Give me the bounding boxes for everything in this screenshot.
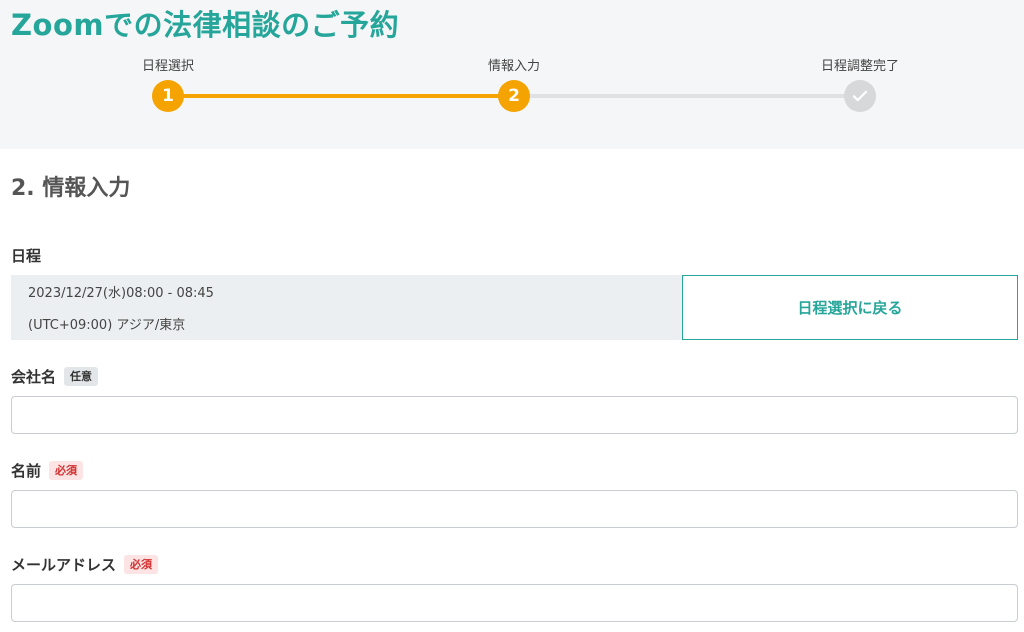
email-input[interactable] [11, 584, 1018, 622]
step-label: 情報入力 [487, 59, 540, 74]
name-input[interactable] [11, 490, 1018, 528]
section-title: 2. 情報入力 [11, 176, 131, 201]
company-input[interactable] [11, 396, 1018, 434]
name-label-text: 名前 [11, 462, 42, 480]
email-label-text: メールアドレス [11, 556, 117, 574]
step-info-input: 情報入力 2 [424, 56, 604, 112]
progress-stepper: 日程選択 1 情報入力 2 日程調整完了 [0, 56, 1024, 116]
page-title: Zoomでの法律相談のご予約 [11, 8, 400, 42]
schedule-timezone: (UTC+09:00) アジア/東京 [28, 318, 186, 333]
step-schedule-selection: 日程選択 1 [78, 56, 258, 112]
required-badge: 必須 [49, 461, 84, 480]
schedule-label: 日程 [11, 245, 41, 266]
name-field-label: 名前 必須 [11, 460, 84, 481]
step-label: 日程選択 [141, 59, 194, 74]
step-number-badge: 2 [498, 80, 530, 112]
header: Zoomでの法律相談のご予約 日程選択 1 情報入力 2 日程調整完了 [0, 0, 1024, 149]
required-badge: 必須 [124, 555, 159, 574]
check-icon [852, 90, 868, 102]
step-number-badge: 1 [152, 80, 184, 112]
step-check-badge [844, 80, 876, 112]
selected-schedule-display: 2023/12/27(水)08:00 - 08:45 (UTC+09:00) ア… [11, 275, 682, 340]
schedule-datetime: 2023/12/27(水)08:00 - 08:45 [28, 286, 214, 301]
step-schedule-complete: 日程調整完了 [770, 56, 950, 112]
email-field-label: メールアドレス 必須 [11, 554, 159, 575]
company-field-label: 会社名 任意 [11, 366, 99, 387]
schedule-label-text: 日程 [11, 247, 42, 265]
optional-badge: 任意 [64, 367, 99, 386]
step-label: 日程調整完了 [820, 59, 899, 74]
company-label-text: 会社名 [11, 368, 57, 386]
back-to-schedule-button[interactable]: 日程選択に戻る [682, 275, 1018, 340]
